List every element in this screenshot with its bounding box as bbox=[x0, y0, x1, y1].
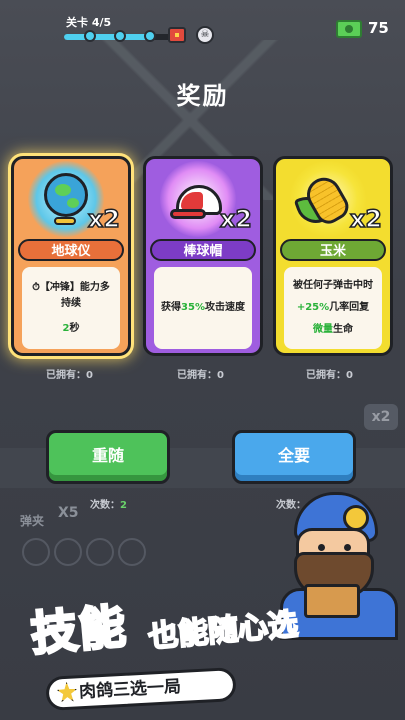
card-description: ⏱【冲锋】能力多持续 2 秒 bbox=[22, 267, 120, 349]
mascot-eye bbox=[318, 544, 325, 551]
mascot-eye bbox=[344, 544, 351, 551]
promo-tagline-text: 肉鸽三选一局 bbox=[78, 676, 182, 703]
boss-skull-icon: ☠ bbox=[196, 26, 214, 44]
card-name: 玉米 bbox=[280, 239, 386, 261]
globe-stand-icon bbox=[54, 217, 76, 225]
owned-count: 已拥有：0 bbox=[306, 370, 353, 381]
desc-highlight: 35% bbox=[181, 302, 205, 313]
background-slot bbox=[118, 538, 146, 566]
level-label: 关卡 4/5 bbox=[66, 16, 112, 29]
chest-icon bbox=[168, 27, 186, 43]
stage-dot bbox=[114, 30, 126, 42]
reroll-times-label: 次数： bbox=[90, 500, 120, 511]
desc-text: 攻击速度 bbox=[204, 302, 245, 313]
desc-highlight: 微量 bbox=[313, 324, 333, 335]
promo-banner: 技能 也能随心选 bbox=[18, 597, 388, 678]
desc-text: 秒 bbox=[69, 322, 80, 334]
card-art: x2 bbox=[276, 159, 390, 239]
desc-text: ⏱【冲锋】能力多持续 bbox=[32, 281, 110, 309]
card-name: 地球仪 bbox=[18, 239, 124, 261]
reward-card-corn[interactable]: x2 玉米 被任何子弹击中时 +25% 几率回复微量 生命 bbox=[273, 156, 393, 356]
desc-text: 生命 bbox=[333, 324, 353, 335]
card-art: x2 bbox=[14, 159, 128, 239]
cash-icon bbox=[336, 20, 362, 38]
background-slot bbox=[86, 538, 114, 566]
card-count: x2 bbox=[87, 204, 121, 234]
reroll-button[interactable]: 重随 bbox=[46, 430, 170, 484]
card-name: 棒球帽 bbox=[150, 239, 256, 261]
level-progress-fill bbox=[64, 34, 151, 40]
globe-icon bbox=[44, 173, 88, 217]
background-slingshot-label: 弹夹 bbox=[20, 514, 45, 528]
card-description: 被任何子弹击中时 +25% 几率回复微量 生命 bbox=[284, 267, 382, 349]
background-x5-label: X5 bbox=[58, 505, 79, 521]
card-count: x2 bbox=[219, 204, 253, 234]
stage-dot bbox=[84, 30, 96, 42]
page-title: 奖励 bbox=[176, 82, 229, 110]
desc-highlight: 2 bbox=[62, 322, 70, 334]
promo-headline-big: 技能 bbox=[28, 597, 131, 662]
reroll-times-value: 2 bbox=[120, 500, 127, 511]
cash-amount: 75 bbox=[368, 19, 389, 37]
card-art: x2 bbox=[146, 159, 260, 239]
desc-text: 被任何子弹击中时 bbox=[293, 280, 373, 291]
top-hud: 关卡 4/5 ☠ 75 bbox=[0, 0, 405, 50]
owned-count: 已拥有：0 bbox=[177, 370, 224, 381]
cap-bill-icon bbox=[170, 209, 206, 219]
desc-text: 获得 bbox=[161, 302, 182, 313]
star-icon bbox=[57, 681, 78, 702]
card-count: x2 bbox=[349, 204, 383, 234]
card-description: 获得 35% 攻击速度 bbox=[154, 267, 252, 349]
reroll-times: 次数：2 bbox=[90, 496, 127, 511]
reward-card-globe[interactable]: x2 地球仪 ⏱【冲锋】能力多持续 2 秒 bbox=[11, 156, 131, 356]
owned-count: 已拥有：0 bbox=[46, 370, 93, 381]
take-all-button[interactable]: 全要 bbox=[232, 430, 356, 484]
promo-headline-small: 也能随心选 bbox=[146, 606, 300, 656]
background-multiplier: x2 bbox=[364, 404, 398, 430]
background-slot bbox=[54, 538, 82, 566]
stage-dot bbox=[144, 30, 156, 42]
background-slot bbox=[22, 538, 50, 566]
desc-text: 几率回复 bbox=[329, 302, 370, 313]
desc-highlight: +25% bbox=[296, 302, 330, 313]
reward-card-baseball-cap[interactable]: x2 棒球帽 获得 35% 攻击速度 bbox=[143, 156, 263, 356]
